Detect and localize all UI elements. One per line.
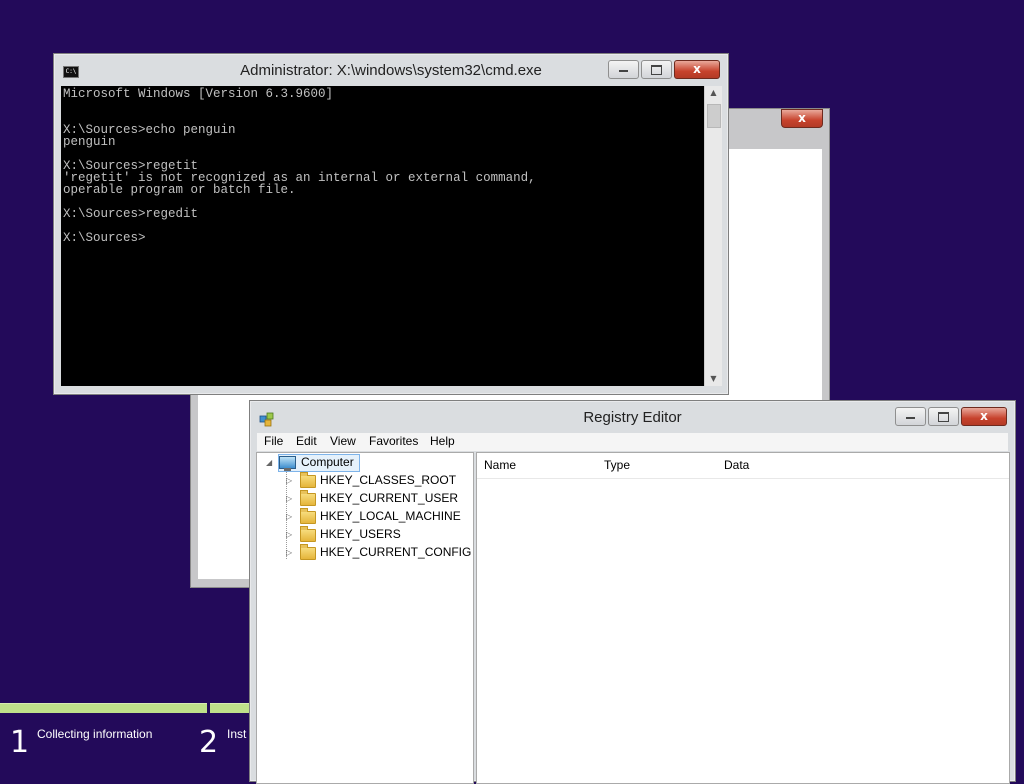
console-line: X:\Sources>echo penguin bbox=[63, 123, 236, 137]
minimize-icon bbox=[906, 417, 915, 419]
scroll-down-icon[interactable]: ▼ bbox=[705, 372, 722, 386]
tree-item-label: HKEY_LOCAL_MACHINE bbox=[320, 509, 461, 523]
maximize-icon bbox=[938, 412, 949, 422]
column-header-data[interactable]: Data bbox=[724, 458, 749, 472]
scroll-up-icon[interactable]: ▲ bbox=[705, 86, 722, 100]
close-button[interactable]: x bbox=[961, 407, 1007, 426]
step-2-number: 2 bbox=[199, 725, 219, 760]
tree-item-computer[interactable]: ◢ Computer bbox=[257, 454, 467, 472]
close-button[interactable]: x bbox=[674, 60, 720, 79]
column-header-type[interactable]: Type bbox=[604, 458, 630, 472]
step-1-number: 1 bbox=[10, 725, 30, 760]
console-line: penguin bbox=[63, 135, 116, 149]
tree-item-hklm[interactable]: ▷ HKEY_LOCAL_MACHINE bbox=[257, 508, 467, 526]
close-icon: x bbox=[693, 62, 701, 76]
folder-icon bbox=[300, 508, 316, 524]
collapse-icon[interactable]: ◢ bbox=[266, 458, 272, 467]
menu-view[interactable]: View bbox=[330, 434, 356, 448]
console-line: operable program or batch file. bbox=[63, 183, 296, 197]
column-header-divider bbox=[477, 478, 1009, 479]
column-header-name[interactable]: Name bbox=[484, 458, 516, 472]
folder-icon bbox=[300, 472, 316, 488]
maximize-button[interactable] bbox=[928, 407, 959, 426]
cmd-window: C:\ Administrator: X:\windows\system32\c… bbox=[53, 53, 729, 395]
tree-item-hkcr[interactable]: ▷ HKEY_CLASSES_ROOT bbox=[257, 472, 467, 490]
menu-bar: File Edit View Favorites Help bbox=[257, 433, 1008, 451]
console-line: X:\Sources> bbox=[63, 231, 146, 245]
folder-icon bbox=[300, 526, 316, 542]
expand-icon[interactable]: ▷ bbox=[286, 530, 292, 539]
menu-help[interactable]: Help bbox=[430, 434, 455, 448]
scroll-thumb[interactable] bbox=[707, 104, 721, 128]
menu-edit[interactable]: Edit bbox=[296, 434, 317, 448]
tree-item-label: Computer bbox=[301, 455, 354, 469]
regedit-titlebar[interactable]: Registry Editor x bbox=[250, 401, 1015, 433]
console-line: X:\Sources>regedit bbox=[63, 207, 199, 221]
tree-item-label: HKEY_CURRENT_USER bbox=[320, 491, 459, 505]
expand-icon[interactable]: ▷ bbox=[286, 476, 292, 485]
values-list-pane[interactable]: Name Type Data bbox=[476, 452, 1010, 784]
minimize-button[interactable] bbox=[895, 407, 926, 426]
expand-icon[interactable]: ▷ bbox=[286, 494, 292, 503]
close-icon: x bbox=[980, 409, 988, 423]
minimize-button[interactable] bbox=[608, 60, 639, 79]
maximize-button[interactable] bbox=[641, 60, 672, 79]
cmd-titlebar[interactable]: C:\ Administrator: X:\windows\system32\c… bbox=[54, 54, 728, 86]
registry-editor-window: Registry Editor x File Edit View Favorit… bbox=[249, 400, 1016, 784]
expand-icon[interactable]: ▷ bbox=[286, 548, 292, 557]
console-line: Microsoft Windows [Version 6.3.9600] bbox=[63, 87, 334, 101]
console-scrollbar[interactable]: ▲ ▼ bbox=[704, 86, 722, 386]
tree-item-hkcu[interactable]: ▷ HKEY_CURRENT_USER bbox=[257, 490, 467, 508]
computer-icon bbox=[279, 456, 296, 471]
tree-pane[interactable]: ◢ Computer ▷ HKEY_CLASSES_ROOT ▷ HKEY_CU… bbox=[256, 452, 474, 784]
tree-item-hku[interactable]: ▷ HKEY_USERS bbox=[257, 526, 467, 544]
expand-icon[interactable]: ▷ bbox=[286, 512, 292, 521]
close-icon: x bbox=[798, 111, 806, 125]
minimize-icon bbox=[619, 70, 628, 72]
step-2-label: Inst bbox=[227, 727, 247, 741]
setup-dialog-close-button[interactable]: x bbox=[781, 109, 823, 128]
console-output[interactable]: Microsoft Windows [Version 6.3.9600] X:\… bbox=[61, 86, 704, 386]
folder-icon bbox=[300, 490, 316, 506]
tree-item-label: HKEY_CLASSES_ROOT bbox=[320, 473, 457, 487]
tree-item-label: HKEY_CURRENT_CONFIG bbox=[320, 545, 472, 559]
tree-item-label: HKEY_USERS bbox=[320, 527, 401, 541]
menu-file[interactable]: File bbox=[264, 434, 283, 448]
maximize-icon bbox=[651, 65, 662, 75]
menu-favorites[interactable]: Favorites bbox=[369, 434, 418, 448]
tree-item-hkcc[interactable]: ▷ HKEY_CURRENT_CONFIG bbox=[257, 544, 471, 562]
step-1-label: Collecting information bbox=[37, 727, 153, 741]
folder-icon bbox=[300, 544, 316, 560]
